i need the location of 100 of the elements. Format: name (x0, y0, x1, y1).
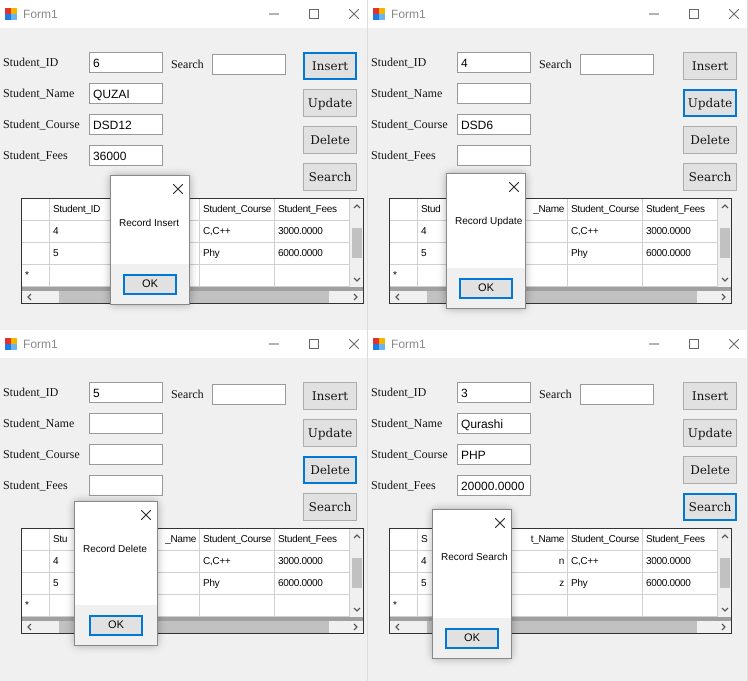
row-header (390, 243, 418, 265)
table-cell: Phy (568, 573, 643, 595)
window-title: Form1 (23, 337, 59, 351)
scroll-down-icon[interactable] (720, 607, 728, 613)
vertical-scrollbar[interactable] (350, 529, 363, 617)
close-icon[interactable] (173, 184, 183, 194)
scroll-left-icon[interactable] (26, 293, 32, 301)
input-field[interactable]: 3 (457, 382, 531, 403)
action-button[interactable]: Update (303, 419, 357, 447)
field-label: Student_ID (3, 385, 60, 400)
field-label: Student_Course (3, 447, 81, 462)
action-button[interactable]: Insert (303, 52, 357, 80)
input-field[interactable] (457, 145, 531, 166)
scroll-up-icon[interactable] (352, 203, 360, 209)
row-header (390, 551, 418, 573)
scroll-down-icon[interactable] (720, 277, 728, 283)
window-title: Form1 (23, 7, 59, 21)
input-field[interactable]: 6 (89, 52, 163, 73)
scroll-up-icon[interactable] (720, 203, 728, 209)
input-field[interactable] (89, 413, 163, 434)
field-label: Student_Name (3, 416, 76, 431)
scroll-right-icon[interactable] (353, 293, 359, 301)
action-button[interactable]: Delete (303, 456, 357, 484)
row-header (22, 551, 50, 573)
vertical-scrollbar[interactable] (718, 529, 731, 617)
vertical-scrollbar[interactable] (718, 199, 731, 287)
input-field[interactable]: PHP (457, 444, 531, 465)
field-label: Student_Name (371, 416, 444, 431)
field-label: Student_ID (3, 55, 60, 70)
action-button[interactable]: Insert (683, 382, 737, 410)
ok-button[interactable]: OK (459, 278, 513, 298)
action-button[interactable]: Insert (683, 52, 737, 80)
table-cell: Phy (200, 243, 275, 265)
scroll-right-icon[interactable] (721, 293, 727, 301)
scroll-left-icon[interactable] (26, 623, 32, 631)
input-field[interactable]: DSD6 (457, 114, 531, 135)
field-label: Student_Fees (3, 478, 69, 493)
field-label: Student_Fees (371, 478, 437, 493)
field-label: Student_Course (371, 117, 449, 132)
column-header[interactable]: Student_Course (568, 529, 643, 551)
column-header[interactable]: Student_Course (200, 529, 275, 551)
input-field[interactable]: DSD12 (89, 114, 163, 135)
close-icon[interactable] (509, 182, 519, 192)
input-field[interactable]: 20000.0000 (457, 475, 531, 496)
search-field[interactable] (212, 384, 286, 405)
action-button[interactable]: Update (683, 419, 737, 447)
action-button[interactable]: Delete (303, 126, 357, 154)
scroll-down-icon[interactable] (352, 277, 360, 283)
input-field[interactable]: QUZAI (89, 83, 163, 104)
scroll-left-icon[interactable] (394, 623, 400, 631)
action-button[interactable]: Update (303, 89, 357, 117)
scroll-right-icon[interactable] (721, 623, 727, 631)
search-label: Search (171, 57, 204, 72)
action-button[interactable]: Search (683, 163, 737, 191)
search-field[interactable] (580, 384, 654, 405)
close-icon[interactable] (495, 518, 505, 528)
scroll-down-icon[interactable] (352, 607, 360, 613)
column-header[interactable]: Student_Course (200, 199, 275, 221)
action-button[interactable]: Delete (683, 126, 737, 154)
dialog-message: Record Insert (119, 218, 180, 229)
ok-button[interactable]: OK (445, 628, 499, 648)
vertical-scrollbar[interactable] (350, 199, 363, 287)
input-field[interactable] (457, 83, 531, 104)
close-icon[interactable] (141, 510, 151, 520)
action-button[interactable]: Update (683, 89, 737, 117)
table-cell: Phy (568, 243, 643, 265)
row-header (390, 221, 418, 243)
column-header[interactable]: Student_Course (568, 199, 643, 221)
scroll-right-icon[interactable] (353, 623, 359, 631)
field-label: Student_Name (3, 86, 76, 101)
input-field[interactable] (89, 444, 163, 465)
row-header (22, 199, 50, 221)
scroll-up-icon[interactable] (352, 533, 360, 539)
input-field[interactable]: 4 (457, 52, 531, 73)
input-field[interactable] (89, 475, 163, 496)
row-header (22, 573, 50, 595)
field-label: Student_Course (371, 447, 449, 462)
input-field[interactable]: Qurashi (457, 413, 531, 434)
action-button[interactable]: Delete (683, 456, 737, 484)
scroll-left-icon[interactable] (394, 293, 400, 301)
search-field[interactable] (580, 54, 654, 75)
ok-button[interactable]: OK (89, 614, 143, 636)
maximize-icon[interactable] (309, 9, 319, 19)
scroll-up-icon[interactable] (720, 533, 728, 539)
app-icon (373, 8, 385, 20)
ok-button[interactable]: OK (123, 274, 177, 294)
search-field[interactable] (212, 54, 286, 75)
action-button[interactable]: Search (683, 493, 737, 521)
maximize-icon[interactable] (689, 9, 699, 19)
app-icon (5, 8, 17, 20)
action-button[interactable]: Search (303, 493, 357, 521)
action-button[interactable]: Search (303, 163, 357, 191)
input-field[interactable]: 36000 (89, 145, 163, 166)
maximize-icon[interactable] (689, 339, 699, 349)
input-field[interactable]: 5 (89, 382, 163, 403)
field-label: Student_Course (3, 117, 81, 132)
maximize-icon[interactable] (309, 339, 319, 349)
action-button[interactable]: Insert (303, 382, 357, 410)
table-cell: C,C++ (200, 221, 275, 243)
search-label: Search (171, 387, 204, 402)
